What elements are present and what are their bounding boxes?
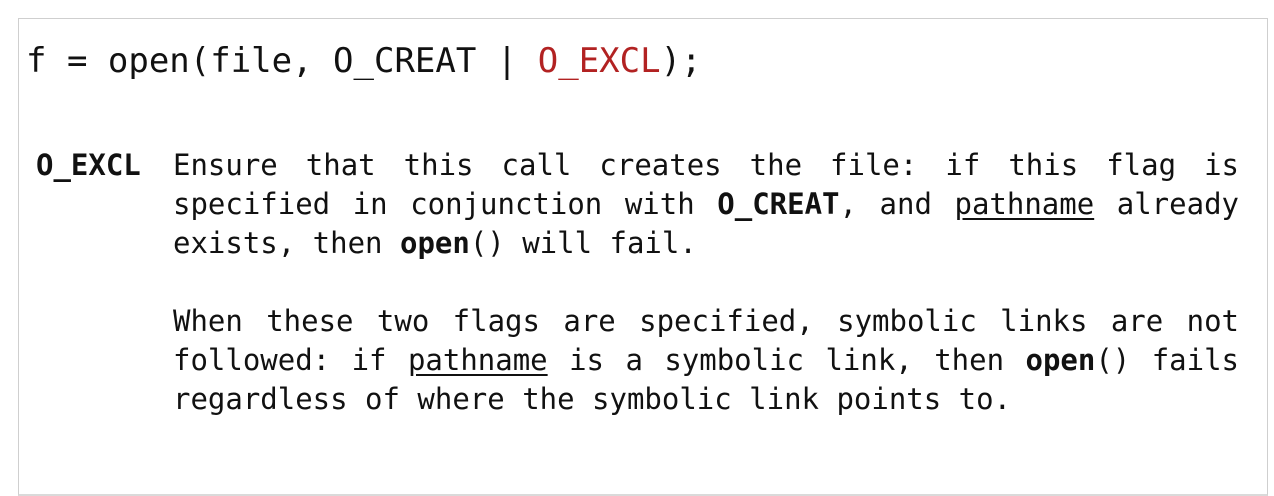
paragraph1-text-4: () will fail. bbox=[469, 225, 697, 260]
paragraph2-text-2: is a symbolic link, then bbox=[547, 342, 1026, 377]
paragraph2-func: open bbox=[1025, 342, 1096, 377]
definition-paragraph-1: Ensure that this call creates the file: … bbox=[173, 146, 1239, 262]
code-snippet: f = open(file, O_CREAT | O_EXCL); bbox=[26, 38, 702, 84]
definition-paragraph-2: When these two flags are specified, symb… bbox=[173, 302, 1239, 418]
code-prefix: f = open(file, O_CREAT | bbox=[26, 41, 538, 81]
paragraph1-text-2: , and bbox=[839, 186, 955, 221]
code-highlight: O_EXCL bbox=[537, 41, 661, 81]
code-suffix: ); bbox=[660, 41, 702, 81]
paragraph1-arg: pathname bbox=[954, 186, 1095, 221]
definition-term: O_EXCL bbox=[36, 148, 141, 182]
paragraph2-arg: pathname bbox=[407, 342, 548, 377]
paragraph1-flag: O_CREAT bbox=[717, 186, 840, 221]
paragraph1-func: open bbox=[399, 225, 470, 260]
